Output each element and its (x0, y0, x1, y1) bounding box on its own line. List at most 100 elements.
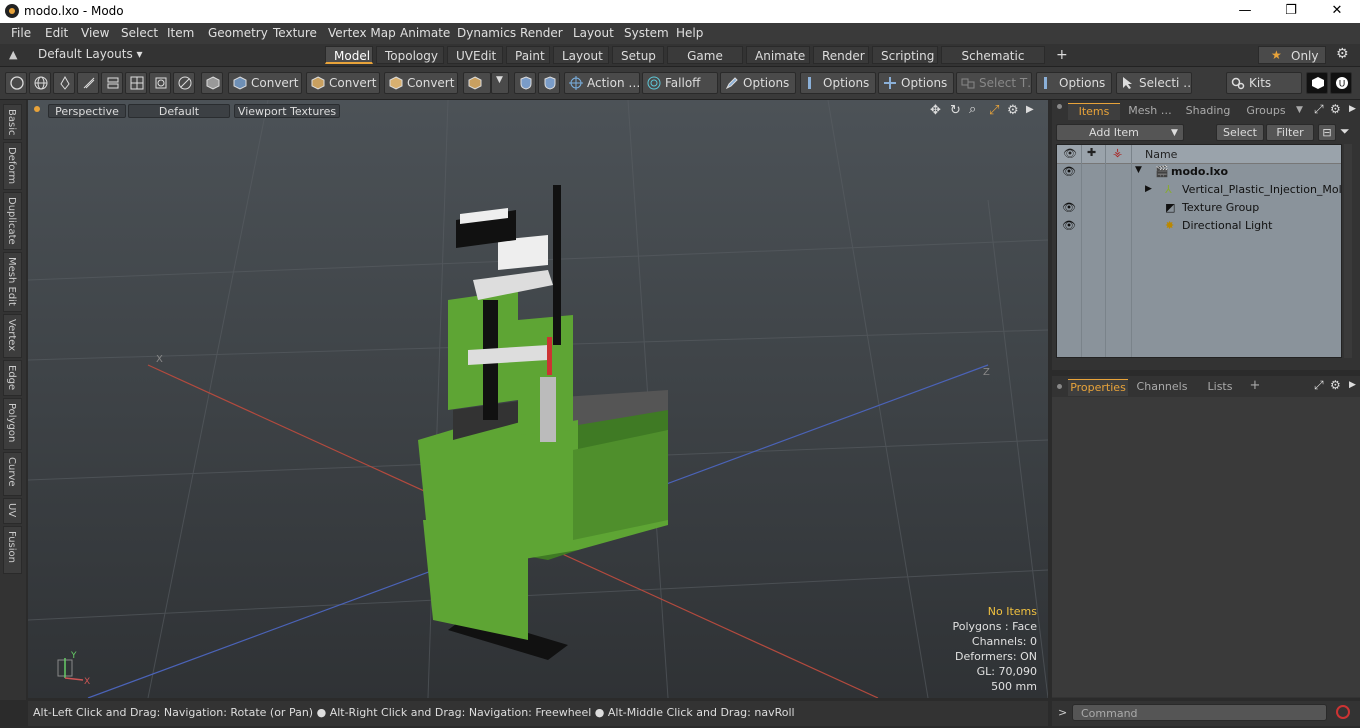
maximize-button[interactable]: ❐ (1268, 0, 1314, 23)
viewport-menu-dot-icon[interactable] (34, 106, 40, 112)
sidetab-edge[interactable]: Edge (3, 360, 22, 396)
3d-viewport[interactable]: X Z Y X Perspective Default Viewport Tex… (28, 100, 1048, 698)
select-button[interactable]: Select (1216, 124, 1264, 141)
tab-render[interactable]: Render (813, 46, 869, 64)
panel-expand-arrow-icon[interactable]: ▶ (1349, 380, 1356, 390)
minimize-button[interactable]: — (1222, 0, 1268, 23)
expand-arrow-icon[interactable]: ▶ (1145, 184, 1152, 194)
menu-select[interactable]: Select (121, 26, 158, 40)
sidetab-fusion[interactable]: Fusion (3, 526, 22, 574)
menu-layout[interactable]: Layout (573, 26, 614, 40)
menu-system[interactable]: System (624, 26, 669, 40)
tab-paint[interactable]: Paint (506, 46, 550, 64)
grid-tool-button[interactable] (125, 72, 147, 94)
tabs-dropdown-icon[interactable]: ▼ (1296, 105, 1303, 115)
record-icon[interactable] (1336, 705, 1350, 719)
perspective-button[interactable]: Perspective (48, 104, 126, 118)
options-button-4[interactable]: Options (1036, 72, 1112, 94)
add-item-button[interactable]: Add Item ▼ (1056, 124, 1184, 141)
pan-icon[interactable]: ✥ (930, 103, 941, 118)
sidetab-duplicate[interactable]: Duplicate (3, 192, 22, 250)
collapse-list-button[interactable]: ⊟ (1318, 124, 1336, 141)
funnel-icon[interactable]: ⏷ (1340, 124, 1350, 139)
convert-button-2[interactable]: Convert (306, 72, 380, 94)
tab-shading[interactable]: Shading (1180, 103, 1236, 119)
item-list-scrollbar[interactable] (1344, 144, 1352, 358)
tab-topology[interactable]: Topology (376, 46, 444, 64)
options-button-3[interactable]: Options (878, 72, 954, 94)
tab-animate[interactable]: Animate (746, 46, 810, 64)
sidetab-deform[interactable]: Deform (3, 142, 22, 190)
unreal-button[interactable]: U (1330, 72, 1352, 94)
select-tool-button[interactable]: Select T… (956, 72, 1032, 94)
menu-help[interactable]: Help (676, 26, 703, 40)
sidetab-uv[interactable]: UV (3, 498, 22, 524)
viewport-gear-icon[interactable]: ⚙ (1007, 103, 1019, 118)
selection-button[interactable]: Selecti … (1116, 72, 1192, 94)
sidetab-curve[interactable]: Curve (3, 452, 22, 496)
panel-gear-icon[interactable]: ⚙ (1330, 102, 1341, 116)
menu-file[interactable]: File (11, 26, 31, 40)
lock-header-icon[interactable]: ✚ (1087, 146, 1096, 159)
visibility-header-icon[interactable]: 👁 (1063, 147, 1077, 160)
panel-menu-dot-icon[interactable] (1057, 384, 1062, 389)
viewport-textures-button[interactable]: Viewport Textures (234, 104, 340, 118)
menu-view[interactable]: View (81, 26, 109, 40)
convert-button-1[interactable]: Convert (228, 72, 302, 94)
panel-expand-arrow-icon[interactable]: ▶ (1349, 104, 1356, 114)
menu-texture[interactable]: Texture (273, 26, 317, 40)
default-style-button[interactable]: Default (128, 104, 230, 118)
maximize-panel-icon[interactable]: ⤢ (1314, 102, 1324, 117)
brush-tool-button[interactable] (77, 72, 99, 94)
maximize-panel-icon[interactable]: ⤢ (1314, 378, 1324, 393)
default-layouts-dropdown[interactable]: Default Layouts ▾ (38, 47, 143, 61)
zoom-icon[interactable]: ⌕ (969, 102, 976, 117)
convert-button-3[interactable]: Convert (384, 72, 458, 94)
list-item[interactable]: 👁 ◩ Texture Group (1057, 199, 1341, 217)
sidetab-mesh-edit[interactable]: Mesh Edit (3, 252, 22, 312)
close-button[interactable]: ✕ (1314, 0, 1360, 23)
filter-button[interactable]: Filter (1266, 124, 1314, 141)
fit-icon[interactable]: ⤢ (989, 103, 999, 118)
panel-gear-icon[interactable]: ⚙ (1330, 378, 1341, 392)
falloff-button[interactable]: Falloff (642, 72, 718, 94)
only-toggle[interactable]: ★ Only (1258, 46, 1326, 64)
pen-tool-button[interactable] (53, 72, 75, 94)
sphere-mode-button[interactable] (29, 72, 51, 94)
tab-schematic-fusion[interactable]: Schematic Fusion (941, 46, 1045, 81)
options-button-1[interactable]: Options (720, 72, 796, 94)
menu-render[interactable]: Render (520, 26, 563, 40)
bridge-tool-button[interactable] (101, 72, 123, 94)
panel-menu-dot-icon[interactable] (1057, 104, 1062, 109)
tab-layout[interactable]: Layout (553, 46, 609, 64)
square-tool-button[interactable] (149, 72, 171, 94)
sidetab-polygon[interactable]: Polygon (3, 398, 22, 450)
tab-properties[interactable]: Properties (1068, 379, 1128, 396)
item-mode-button[interactable] (463, 72, 491, 94)
locator-header-icon[interactable]: ⚶ (1113, 146, 1122, 159)
tab-model[interactable]: Model (325, 46, 373, 64)
unity-button[interactable] (1306, 72, 1328, 94)
sidetab-basic[interactable]: Basic (3, 104, 22, 140)
menu-geometry[interactable]: Geometry (208, 26, 268, 40)
options-button-2[interactable]: Options (800, 72, 876, 94)
item-mode-dropdown[interactable]: ▼ (491, 72, 509, 94)
menu-dynamics[interactable]: Dynamics (457, 26, 516, 40)
rotate-icon[interactable]: ↻ (950, 103, 961, 118)
expand-arrow-icon[interactable]: ▼ (1135, 165, 1142, 175)
menu-item[interactable]: Item (167, 26, 194, 40)
menu-vertex-map[interactable]: Vertex Map (328, 26, 396, 40)
eye-icon[interactable]: 👁 (1062, 201, 1076, 214)
action-center-button[interactable]: Action … (564, 72, 640, 94)
eye-icon[interactable]: 👁 (1062, 219, 1076, 232)
symmetry-button[interactable] (514, 72, 536, 94)
tab-scripting[interactable]: Scripting (872, 46, 938, 64)
tab-items[interactable]: Items (1068, 103, 1120, 120)
menu-edit[interactable]: Edit (45, 26, 68, 40)
menu-animate[interactable]: Animate (400, 26, 450, 40)
gear-icon[interactable]: ⚙ (1336, 46, 1349, 62)
list-item[interactable]: ▶ ⅄ Vertical_Plastic_Injection_Mol … (1057, 181, 1341, 199)
cube-mode-button[interactable] (201, 72, 223, 94)
command-input[interactable]: Command (1072, 704, 1327, 721)
tab-groups[interactable]: Groups (1238, 103, 1294, 119)
